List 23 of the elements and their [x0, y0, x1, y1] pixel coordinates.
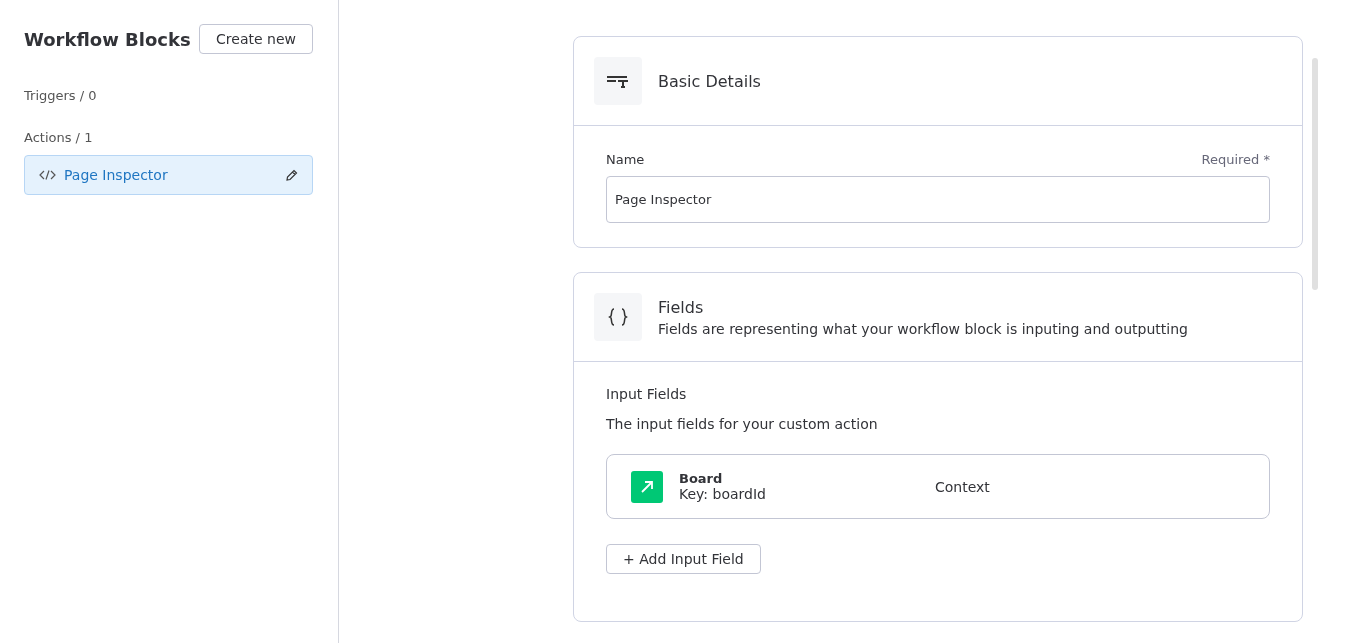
subsection-title: Input Fields: [606, 386, 688, 402]
scrollbar[interactable]: [1312, 58, 1318, 290]
input-field-name: Board: [679, 471, 724, 486]
sidebar-title: Workflow Blocks: [24, 28, 191, 50]
sidebar-item[interactable]: Page Inspector: [24, 155, 313, 195]
name-input-field[interactable]: Page Inspector: [606, 176, 1270, 223]
input-field-type: Context: [935, 478, 990, 495]
text-format-icon: [594, 57, 642, 105]
field-label: Name: [606, 152, 645, 167]
braces-icon: [594, 293, 642, 341]
required-label: Required *: [1201, 152, 1270, 167]
subsection-description: The input fields for your custom action: [606, 416, 879, 432]
section-title: Fields: [658, 297, 705, 317]
section-label: Triggers / 0: [24, 88, 98, 103]
section-title: Basic Details: [658, 71, 761, 91]
section-label: Actions / 1: [24, 130, 94, 145]
create-new-button[interactable]: Create new: [199, 24, 313, 54]
code-icon: [39, 170, 56, 180]
input-field-key: Key: boardId: [679, 486, 766, 502]
pencil-icon[interactable]: [285, 168, 298, 182]
input-field-row[interactable]: Board Key: boardId Context: [606, 454, 1270, 519]
section-description: Fields are representing what your workflow block is inputing and outputting: [658, 320, 1188, 337]
add-input-field-button[interactable]: + Add Input Field: [606, 544, 761, 574]
